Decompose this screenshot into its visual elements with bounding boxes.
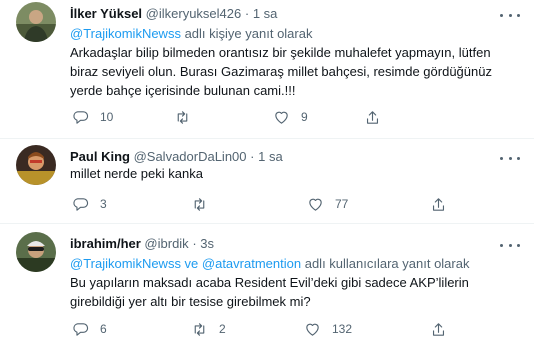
timestamp[interactable]: 1 sa xyxy=(258,149,283,164)
avatar[interactable] xyxy=(16,145,56,185)
reply-count: 3 xyxy=(100,197,107,211)
share-icon xyxy=(432,197,445,211)
reply-mention[interactable]: @TrajikomikNewss xyxy=(70,26,181,41)
avatar[interactable] xyxy=(16,232,56,272)
more-icon[interactable] xyxy=(500,8,520,22)
tweet-2[interactable]: Paul King @SalvadorDaLin00 · 1 sa millet… xyxy=(0,139,534,223)
like-count: 132 xyxy=(332,322,353,336)
author-name[interactable]: İlker Yüksel xyxy=(70,6,142,21)
reply-context: adlı kişiye yanıt olarak xyxy=(184,26,313,41)
retweet-button[interactable]: 2 xyxy=(191,320,226,338)
separator: · xyxy=(244,6,250,21)
timestamp[interactable]: 1 sa xyxy=(253,6,278,21)
more-icon[interactable] xyxy=(500,151,520,165)
tweet-text: Bu yapıların maksadı acaba Resident Evil… xyxy=(70,275,469,309)
like-count: 77 xyxy=(335,197,349,211)
share-button[interactable] xyxy=(364,108,381,126)
timestamp[interactable]: 3s xyxy=(200,236,214,251)
separator: · xyxy=(192,236,197,251)
like-button[interactable]: 9 xyxy=(273,108,308,126)
like-count: 9 xyxy=(301,110,308,124)
share-button[interactable] xyxy=(430,320,447,338)
reply-button[interactable]: 3 xyxy=(72,195,107,213)
share-icon xyxy=(432,322,445,336)
retweet-count: 2 xyxy=(219,322,226,336)
retweet-button[interactable] xyxy=(191,195,219,213)
like-icon xyxy=(306,323,319,336)
reply-count: 6 xyxy=(100,322,107,336)
author-name[interactable]: ibrahim/her xyxy=(70,236,141,251)
tweet-text: Arkadaşlar bilip bilmeden orantısız bir … xyxy=(70,45,492,98)
author-handle[interactable]: @ilkeryuksel426 xyxy=(146,6,242,21)
like-button[interactable]: 132 xyxy=(304,320,352,338)
share-button[interactable] xyxy=(430,195,447,213)
reply-button[interactable]: 6 xyxy=(72,320,107,338)
tweet-1[interactable]: İlker Yüksel @ilkeryuksel426 · 1 sa @Tra… xyxy=(0,0,534,138)
like-icon xyxy=(309,198,322,211)
retweet-icon xyxy=(177,110,188,124)
like-icon xyxy=(275,111,288,124)
retweet-icon xyxy=(194,322,205,336)
avatar[interactable] xyxy=(16,2,56,42)
more-icon[interactable] xyxy=(500,238,520,252)
reply-icon xyxy=(73,110,89,124)
tweet-3[interactable]: ibrahim/her @ibrdik · 3s @TrajikomikNews… xyxy=(0,224,534,346)
tweet-text: millet nerde peki kanka xyxy=(70,166,203,181)
author-handle[interactable]: @SalvadorDaLin00 xyxy=(134,149,247,164)
like-button[interactable]: 77 xyxy=(307,195,348,213)
reply-context: adlı kullanıcılara yanıt olarak xyxy=(304,256,470,271)
separator: · xyxy=(250,149,255,164)
reply-icon xyxy=(73,197,89,211)
share-icon xyxy=(366,110,379,124)
retweet-button[interactable] xyxy=(174,108,202,126)
reply-icon xyxy=(73,322,89,336)
reply-mention[interactable]: @TrajikomikNewss ve @atavratmention xyxy=(70,256,301,271)
author-name[interactable]: Paul King xyxy=(70,149,130,164)
reply-count: 10 xyxy=(100,110,114,124)
author-handle[interactable]: @ibrdik xyxy=(144,236,188,251)
reply-button[interactable]: 10 xyxy=(72,108,113,126)
retweet-icon xyxy=(194,197,205,211)
